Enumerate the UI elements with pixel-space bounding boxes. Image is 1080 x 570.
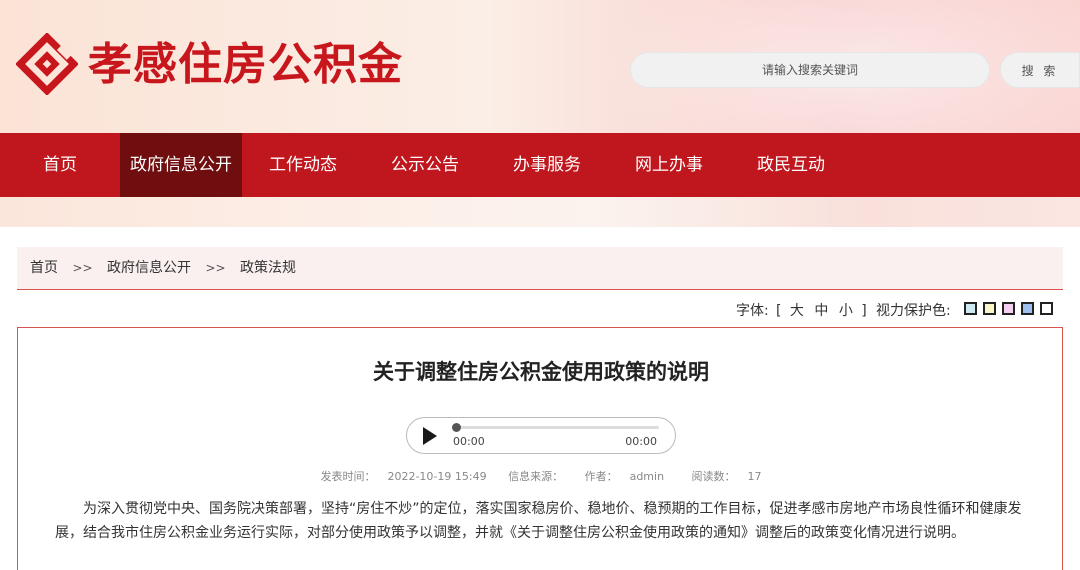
font-size-medium[interactable]: 中 xyxy=(814,303,829,319)
nav-item-notices[interactable]: 公示公告 xyxy=(364,133,486,197)
article-container: 关于调整住房公积金使用政策的说明 00:00 00:00 发表时间： 2022-1… xyxy=(17,327,1063,570)
audio-current-time: 00:00 xyxy=(453,435,485,448)
publish-time: 2022-10-19 15:49 xyxy=(387,470,487,483)
main-nav: 首页 政府信息公开 工作动态 公示公告 办事服务 网上办事 政民互动 xyxy=(0,133,1080,197)
audio-duration: 00:00 xyxy=(625,435,657,448)
site-logo-icon[interactable] xyxy=(16,33,78,95)
breadcrumb-gov-info[interactable]: 政府信息公开 xyxy=(107,247,191,290)
publish-time-label: 发表时间： xyxy=(320,470,376,483)
nav-item-gov-info[interactable]: 政府信息公开 xyxy=(120,133,242,197)
font-bracket-close: ] xyxy=(861,303,868,319)
breadcrumb-policy[interactable]: 政策法规 xyxy=(240,247,296,290)
eye-care-swatch-yellow[interactable] xyxy=(983,302,996,315)
search-input[interactable] xyxy=(630,52,990,88)
font-bracket-open: [ xyxy=(776,303,783,319)
search-button[interactable]: 搜 索 xyxy=(1000,52,1080,88)
breadcrumb-separator: >> xyxy=(205,261,226,275)
author: admin xyxy=(629,470,665,483)
article-title: 关于调整住房公积金使用政策的说明 xyxy=(373,360,709,384)
breadcrumb-home[interactable]: 首页 xyxy=(30,247,58,290)
nav-item-online[interactable]: 网上办事 xyxy=(608,133,730,197)
source-label: 信息来源： xyxy=(508,470,564,483)
nav-item-home[interactable]: 首页 xyxy=(0,133,120,197)
font-size-small[interactable]: 小 xyxy=(839,303,854,319)
breadcrumb-separator: >> xyxy=(72,261,93,275)
play-icon[interactable] xyxy=(423,427,437,445)
article-meta: 发表时间： 2022-10-19 15:49 信息来源： 作者： admin 阅读数… xyxy=(18,468,1064,484)
breadcrumb: 首页 >> 政府信息公开 >> 政策法规 xyxy=(17,247,1063,290)
author-label: 作者： xyxy=(584,470,618,483)
nav-item-interaction[interactable]: 政民互动 xyxy=(730,133,852,197)
font-size-label: 字体: xyxy=(736,303,769,319)
page-tools: 字体: [ 大 中 小 ] 视力保护色: xyxy=(0,298,1080,322)
eye-care-label: 视力保护色: xyxy=(876,303,951,319)
eye-care-swatches xyxy=(964,302,1053,315)
banner-strip xyxy=(0,197,1080,227)
views-count: 17 xyxy=(747,470,762,483)
font-size-options: [ 大 中 小 ] xyxy=(776,300,868,320)
views-label: 阅读数： xyxy=(691,470,736,483)
eye-care-swatch-darkblue[interactable] xyxy=(1021,302,1034,315)
nav-item-work-news[interactable]: 工作动态 xyxy=(242,133,364,197)
eye-care-swatch-blue[interactable] xyxy=(964,302,977,315)
audio-progress-knob[interactable] xyxy=(452,423,461,432)
site-header: 孝感住房公积金 搜 索 xyxy=(0,0,1080,133)
nav-item-services[interactable]: 办事服务 xyxy=(486,133,608,197)
audio-progress-track[interactable] xyxy=(452,423,659,432)
font-size-large[interactable]: 大 xyxy=(790,303,805,319)
audio-player: 00:00 00:00 xyxy=(406,417,676,454)
article-paragraph: 为深入贯彻党中央、国务院决策部署，坚持“房住不炒”的定位，落实国家稳房价、稳地价… xyxy=(55,501,1022,541)
eye-care-swatch-pink[interactable] xyxy=(1002,302,1015,315)
eye-care-swatch-white[interactable] xyxy=(1040,302,1053,315)
site-title[interactable]: 孝感住房公积金 xyxy=(88,34,403,96)
